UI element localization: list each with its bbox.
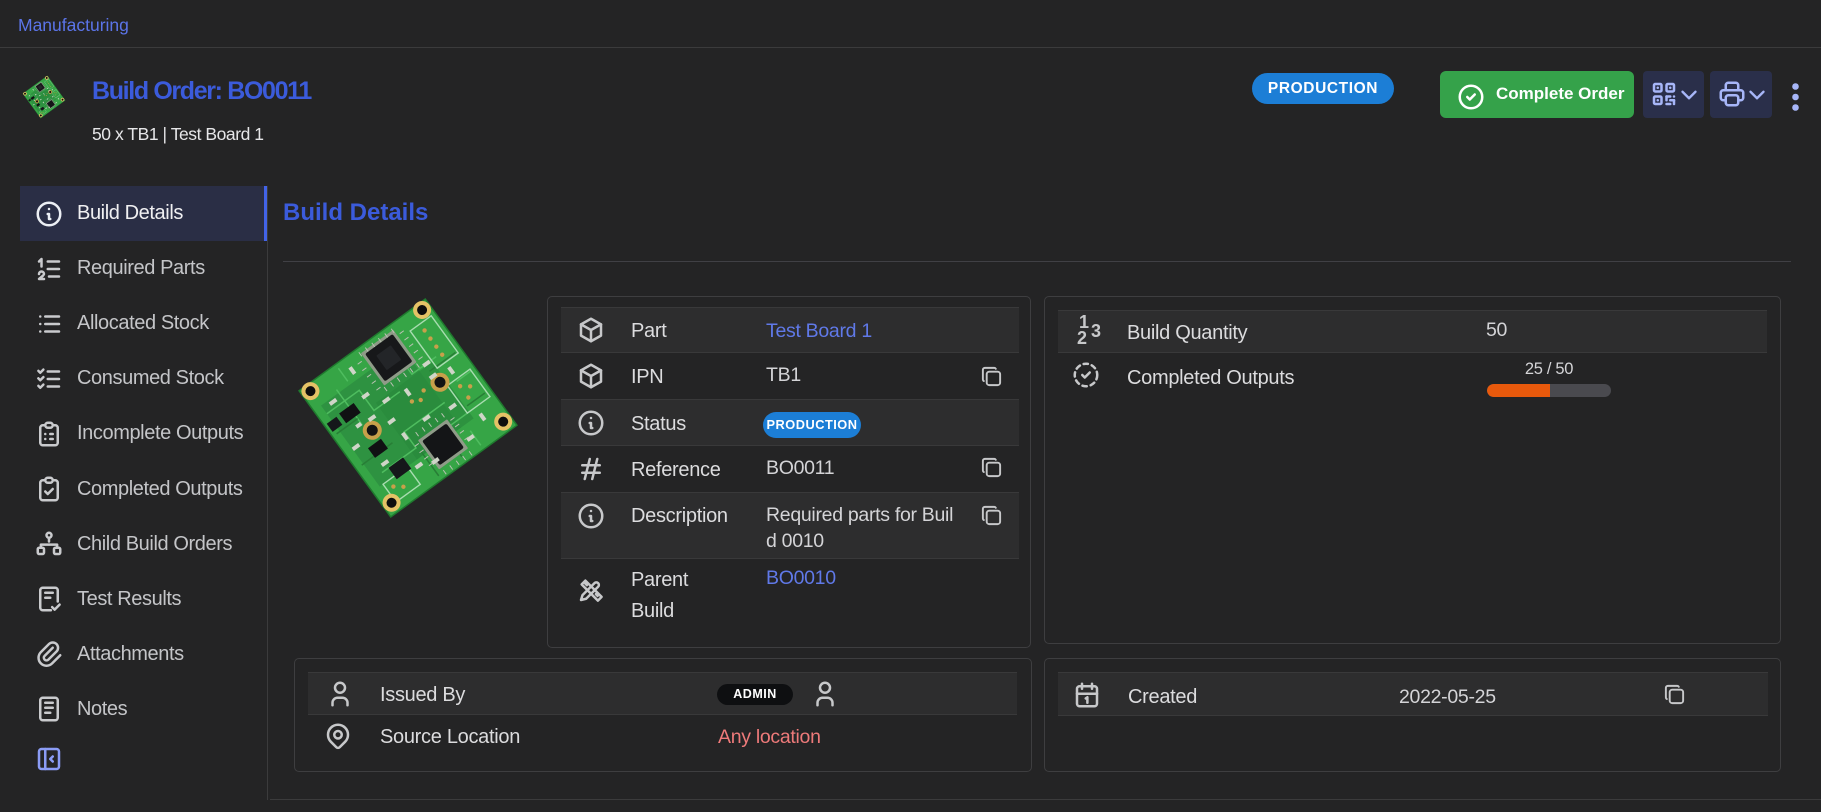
- svg-text:2: 2: [1077, 328, 1087, 345]
- svg-text:3: 3: [1091, 321, 1101, 341]
